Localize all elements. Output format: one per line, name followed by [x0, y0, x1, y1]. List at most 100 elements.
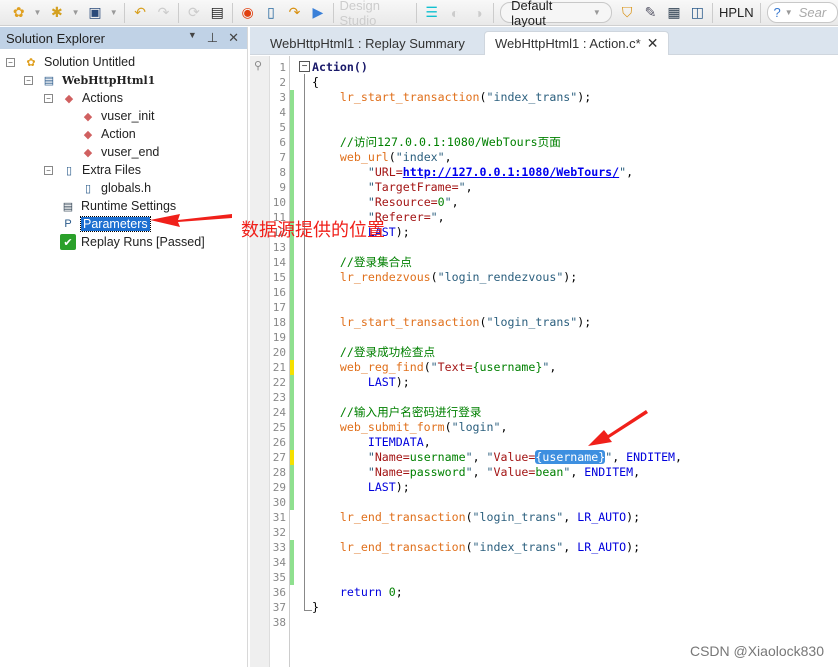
line-number: 22: [272, 376, 286, 389]
code-token: ": [367, 450, 375, 464]
tree-item[interactable]: − ▤ WebHttpHtml1: [24, 71, 155, 89]
tree-item-label: Solution Untitled: [44, 55, 136, 69]
collapse-icon[interactable]: −: [44, 165, 53, 175]
tab-replay-summary[interactable]: WebHttpHtml1 : Replay Summary: [260, 31, 475, 55]
code-token: Name=: [374, 450, 410, 464]
code-line[interactable]: web_url("index",: [312, 150, 452, 165]
runtime-settings-icon[interactable]: ▤: [209, 4, 226, 21]
tree-item[interactable]: − ◆ Actions: [44, 89, 123, 107]
code-line[interactable]: ITEMDATA,: [312, 435, 431, 450]
code-line[interactable]: //访问127.0.0.1:1080/WebTours页面: [312, 135, 561, 150]
line-number: 28: [272, 466, 286, 479]
code-line[interactable]: web_reg_find("Text={username}",: [312, 360, 556, 375]
code-line[interactable]: return 0;: [312, 585, 403, 600]
code-token: ": [367, 195, 375, 209]
code-token: Value=: [493, 450, 536, 464]
url-link[interactable]: http://127.0.0.1:1080/WebTours/: [403, 165, 619, 179]
saved-change-marker: [290, 255, 294, 270]
window-icon[interactable]: ◫: [689, 4, 706, 21]
new-script-icon[interactable]: ✱: [48, 4, 65, 21]
grid-icon[interactable]: ▦: [665, 4, 682, 21]
code-line[interactable]: Action(): [312, 60, 368, 75]
saved-change-marker: [290, 495, 294, 510]
code-line[interactable]: lr_start_transaction("login_trans");: [312, 315, 591, 330]
code-line[interactable]: "Resource=0",: [312, 195, 459, 210]
code-line[interactable]: //登录成功检查点: [312, 345, 435, 360]
code-line[interactable]: }: [312, 600, 319, 615]
chevron-down-icon[interactable]: ▼: [110, 8, 119, 17]
undo-icon[interactable]: ↶: [131, 4, 148, 21]
code-line[interactable]: web_submit_form("login",: [312, 420, 508, 435]
code-line[interactable]: {: [312, 75, 319, 90]
code-line[interactable]: lr_end_transaction("login_trans", LR_AUT…: [312, 510, 640, 525]
code-token: //登录成功检查点: [339, 345, 436, 359]
chevron-down-icon[interactable]: ▼: [33, 8, 42, 17]
code-line[interactable]: "Name=username", "Value={username}", END…: [312, 450, 682, 465]
saved-change-marker: [290, 105, 294, 120]
code-token: LR_AUTO: [577, 510, 627, 524]
tree-item[interactable]: ◆ vuser_init: [80, 107, 155, 125]
code-line[interactable]: "URL=http://127.0.0.1:1080/WebTours/",: [312, 165, 633, 180]
step-icon[interactable]: ↷: [286, 4, 303, 21]
fold-toggle[interactable]: −: [299, 61, 310, 72]
files-icon: ▯: [65, 164, 73, 177]
saved-change-marker: [290, 240, 294, 255]
saved-change-marker: [290, 195, 294, 210]
code-line[interactable]: lr_start_transaction("index_trans");: [312, 90, 591, 105]
code-line[interactable]: LAST);: [312, 480, 410, 495]
pin-icon[interactable]: ⊥: [207, 30, 218, 46]
code-line[interactable]: //输入用户名密码进行登录: [312, 405, 482, 420]
tab-action-c[interactable]: WebHttpHtml1 : Action.c* ✕: [484, 31, 670, 55]
tree-item[interactable]: − ✿ Solution Untitled: [6, 53, 135, 71]
code-token: ,: [500, 420, 508, 434]
tree-item[interactable]: P Parameters: [60, 215, 151, 233]
editor-tabs: WebHttpHtml1 : Replay Summary WebHttpHtm…: [250, 27, 838, 55]
collapse-icon[interactable]: −: [24, 75, 33, 85]
tree-item[interactable]: ▤ Runtime Settings: [60, 197, 176, 215]
search-input[interactable]: ? ▼ Sear: [766, 2, 838, 23]
code-line[interactable]: lr_end_transaction("index_trans", LR_AUT…: [312, 540, 640, 555]
code-line[interactable]: LAST);: [312, 375, 410, 390]
code-line[interactable]: //登录集合点: [312, 255, 412, 270]
line-number: 6: [279, 136, 286, 149]
line-number: 36: [272, 586, 286, 599]
code-token: TargetFrame=: [374, 180, 459, 194]
code-line[interactable]: lr_rendezvous("login_rendezvous");: [312, 270, 577, 285]
line-number: 14: [272, 256, 286, 269]
code-line[interactable]: "TargetFrame=",: [312, 180, 473, 195]
dropdown-icon[interactable]: ▼: [188, 30, 197, 46]
code-token: lr_start_transaction: [339, 90, 480, 104]
compile-icon[interactable]: ▯: [262, 4, 279, 21]
code-token: ,: [626, 165, 634, 179]
tree-item[interactable]: ✔ Replay Runs [Passed]: [60, 233, 205, 251]
hpln-button[interactable]: HPLN: [719, 5, 754, 20]
chevron-down-icon[interactable]: ▼: [72, 8, 81, 17]
collapse-icon[interactable]: −: [6, 57, 15, 67]
code-token: ,: [444, 150, 452, 164]
run-icon[interactable]: ▶: [309, 4, 326, 21]
tree-item[interactable]: ◆ Action: [80, 125, 136, 143]
solution-icon[interactable]: ✿: [10, 4, 27, 21]
code-line[interactable]: "Name=password", "Value=bean", ENDITEM,: [312, 465, 640, 480]
tree-item[interactable]: ◆ vuser_end: [80, 143, 160, 161]
saved-change-marker: [290, 435, 294, 450]
code-token: ,: [451, 195, 459, 209]
save-icon[interactable]: ▣: [86, 4, 103, 21]
tree-item[interactable]: ▯ globals.h: [80, 179, 151, 197]
close-icon[interactable]: ✕: [228, 30, 239, 46]
bookmark-icon[interactable]: ⛉: [618, 4, 635, 21]
code-token: ENDITEM: [626, 450, 676, 464]
feather-icon[interactable]: ✎: [642, 4, 659, 21]
layout-dropdown[interactable]: Default layout ▼: [500, 0, 613, 28]
format-icon[interactable]: ☰: [423, 4, 440, 21]
collapse-icon[interactable]: −: [44, 93, 53, 103]
tree-item[interactable]: − ▯ Extra Files: [44, 161, 141, 179]
code-token: ": [430, 360, 438, 374]
code-token: (: [465, 540, 473, 554]
close-icon[interactable]: ✕: [647, 35, 659, 52]
line-number: 17: [272, 301, 286, 314]
record-icon[interactable]: ◉: [239, 4, 256, 21]
